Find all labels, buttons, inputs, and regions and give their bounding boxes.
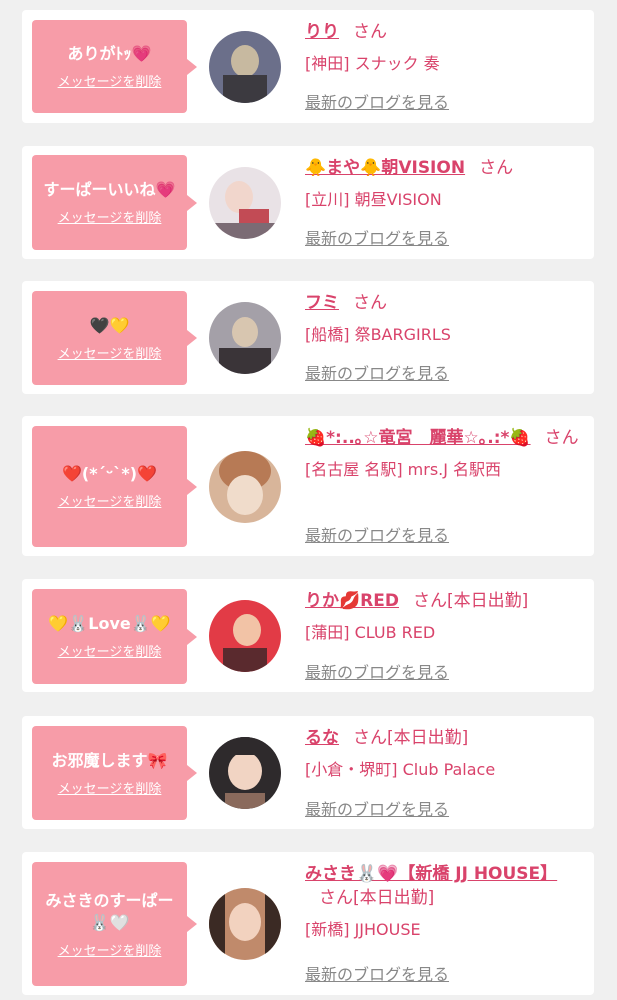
avatar-image xyxy=(209,737,281,809)
message-text: みさきのすーぱー🐰🤍 xyxy=(45,890,174,932)
message-bubble: ❤️(*´ᵕ`*)❤️ メッセージを削除 xyxy=(32,426,197,547)
san-label: さん xyxy=(353,728,387,748)
avatar-image xyxy=(209,888,281,960)
san-label: さん xyxy=(353,293,387,313)
message-text: すーぱーいいね💗 xyxy=(43,180,176,199)
profile-info: みさき🐰💗【新橋 JJ HOUSE】さん[本日出勤] [新橋] JJHOUSE xyxy=(305,862,580,942)
avatar-image xyxy=(209,167,281,239)
delete-message-link[interactable]: メッセージを削除 xyxy=(58,343,162,362)
latest-blog-link[interactable]: 最新のブログを見る xyxy=(305,961,449,985)
avatar[interactable] xyxy=(209,302,281,374)
profile-card: ありがﾄｯ💗 メッセージを削除 りり さん [神田] スナック 奏 最新のブログを… xyxy=(22,10,594,123)
shift-status: [本日出勤] xyxy=(446,591,529,611)
profile-card: 💛🐰Love🐰💛 メッセージを削除 りか💋RED さん[本日出勤] [蒲田] CL… xyxy=(22,579,594,692)
latest-blog-link[interactable]: 最新のブログを見る xyxy=(305,522,449,546)
shop-label: [名古屋 名駅] mrs.J 名駅西 xyxy=(305,460,502,479)
san-label: さん xyxy=(479,158,514,178)
profile-card: お邪魔します🎀 メッセージを削除 るな さん[本日出勤] [小倉・堺町] Club… xyxy=(22,716,594,829)
shop-label: [小倉・堺町] Club Palace xyxy=(305,760,496,779)
message-text: 💛🐰Love🐰💛 xyxy=(48,614,171,633)
message-bubble: みさきのすーぱー🐰🤍 メッセージを削除 xyxy=(32,862,197,986)
profile-name-link[interactable]: るな xyxy=(305,728,339,748)
delete-message-link[interactable]: メッセージを削除 xyxy=(58,641,162,660)
profile-name-link[interactable]: りか💋RED xyxy=(305,591,399,611)
shop-label: [神田] スナック 奏 xyxy=(305,54,440,73)
latest-blog-link[interactable]: 最新のブログを見る xyxy=(305,360,449,384)
profile-info: 🐥まや🐥朝VISION さん [立川] 朝昼VISION xyxy=(305,156,580,212)
delete-message-link[interactable]: メッセージを削除 xyxy=(58,778,162,797)
profile-card: みさきのすーぱー🐰🤍 メッセージを削除 みさき🐰💗【新橋 JJ HOUSE】さん… xyxy=(22,852,594,995)
san-label: さん xyxy=(412,591,447,611)
message-bubble: すーぱーいいね💗 メッセージを削除 xyxy=(32,155,197,250)
avatar-image xyxy=(209,451,281,523)
avatar[interactable] xyxy=(209,451,281,523)
san-label: さん xyxy=(353,22,387,42)
shop-label: [船橋] 祭BARGIRLS xyxy=(305,325,451,344)
san-label: さん xyxy=(544,428,579,448)
message-text: 🖤💛 xyxy=(89,315,130,335)
shift-status: [本日出勤] xyxy=(353,888,435,908)
latest-blog-link[interactable]: 最新のブログを見る xyxy=(305,796,449,820)
shop-label: [立川] 朝昼VISION xyxy=(305,190,442,209)
message-text: ありがﾄｯ💗 xyxy=(67,44,152,63)
message-bubble: 🖤💛 メッセージを削除 xyxy=(32,291,197,385)
message-text: ❤️(*´ᵕ`*)❤️ xyxy=(61,464,157,483)
avatar-image xyxy=(209,31,281,103)
profile-card: 🖤💛 メッセージを削除 フミ さん [船橋] 祭BARGIRLS 最新のブログを見… xyxy=(22,281,594,394)
profile-name-link[interactable]: みさき🐰💗【新橋 JJ HOUSE】 xyxy=(305,864,557,884)
shop-label: [蒲田] CLUB RED xyxy=(305,623,436,642)
message-bubble: 💛🐰Love🐰💛 メッセージを削除 xyxy=(32,589,197,684)
profile-name-link[interactable]: 🍓*:..｡☆竜宮 麗華☆｡.:*🍓 xyxy=(305,428,531,448)
profile-name-link[interactable]: 🐥まや🐥朝VISION xyxy=(305,158,465,178)
message-text: お邪魔します🎀 xyxy=(51,750,168,770)
latest-blog-link[interactable]: 最新のブログを見る xyxy=(305,89,449,113)
shift-status: [本日出勤] xyxy=(387,728,469,748)
delete-message-link[interactable]: メッセージを削除 xyxy=(58,491,162,510)
avatar[interactable] xyxy=(209,737,281,809)
profile-info: フミ さん [船橋] 祭BARGIRLS xyxy=(305,291,580,347)
san-label: さん xyxy=(319,888,353,908)
profile-card: すーぱーいいね💗 メッセージを削除 🐥まや🐥朝VISION さん [立川] 朝昼V… xyxy=(22,146,594,259)
avatar[interactable] xyxy=(209,888,281,960)
profile-info: りり さん [神田] スナック 奏 xyxy=(305,20,580,76)
avatar[interactable] xyxy=(209,31,281,103)
profile-name-link[interactable]: フミ xyxy=(305,293,339,313)
latest-blog-link[interactable]: 最新のブログを見る xyxy=(305,659,449,683)
avatar-image xyxy=(209,302,281,374)
avatar[interactable] xyxy=(209,600,281,672)
message-bubble: お邪魔します🎀 メッセージを削除 xyxy=(32,726,197,820)
delete-message-link[interactable]: メッセージを削除 xyxy=(58,940,162,959)
shop-label: [新橋] JJHOUSE xyxy=(305,920,421,939)
profile-info: 🍓*:..｡☆竜宮 麗華☆｡.:*🍓 さん [名古屋 名駅] mrs.J 名駅西 xyxy=(305,426,580,482)
profile-info: りか💋RED さん[本日出勤] [蒲田] CLUB RED xyxy=(305,589,580,645)
latest-blog-link[interactable]: 最新のブログを見る xyxy=(305,225,449,249)
message-bubble: ありがﾄｯ💗 メッセージを削除 xyxy=(32,20,197,113)
avatar[interactable] xyxy=(209,167,281,239)
profile-name-link[interactable]: りり xyxy=(305,22,339,42)
profile-info: るな さん[本日出勤] [小倉・堺町] Club Palace xyxy=(305,726,580,782)
avatar-image xyxy=(209,600,281,672)
delete-message-link[interactable]: メッセージを削除 xyxy=(58,207,162,226)
profile-card: ❤️(*´ᵕ`*)❤️ メッセージを削除 🍓*:..｡☆竜宮 麗華☆｡.:*🍓 さ… xyxy=(22,416,594,556)
delete-message-link[interactable]: メッセージを削除 xyxy=(58,71,162,90)
